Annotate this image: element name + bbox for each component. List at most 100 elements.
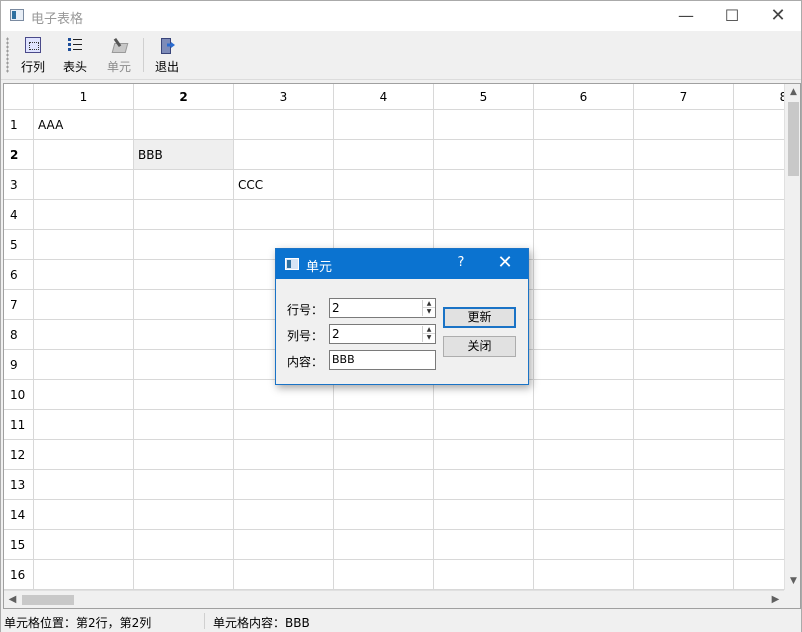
table-cell[interactable] bbox=[34, 410, 134, 440]
table-cell[interactable] bbox=[134, 560, 234, 590]
table-cell[interactable] bbox=[434, 200, 534, 230]
table-cell[interactable] bbox=[434, 140, 534, 170]
table-cell[interactable] bbox=[734, 530, 786, 560]
table-cell[interactable] bbox=[134, 230, 234, 260]
table-cell[interactable] bbox=[134, 350, 234, 380]
table-cell[interactable] bbox=[734, 230, 786, 260]
table-cell[interactable] bbox=[734, 260, 786, 290]
row-header[interactable]: 1 bbox=[4, 110, 34, 140]
table-cell[interactable] bbox=[334, 140, 434, 170]
table-cell[interactable] bbox=[334, 470, 434, 500]
table-cell[interactable] bbox=[534, 440, 634, 470]
row-header[interactable]: 6 bbox=[4, 260, 34, 290]
table-cell[interactable] bbox=[134, 170, 234, 200]
table-cell[interactable] bbox=[34, 290, 134, 320]
table-cell[interactable] bbox=[34, 530, 134, 560]
table-cell[interactable] bbox=[734, 410, 786, 440]
row-header[interactable]: 9 bbox=[4, 350, 34, 380]
table-cell[interactable] bbox=[534, 290, 634, 320]
row-header[interactable]: 15 bbox=[4, 530, 34, 560]
table-cell[interactable] bbox=[534, 350, 634, 380]
table-cell[interactable]: BBB bbox=[134, 140, 234, 170]
table-cell[interactable] bbox=[534, 200, 634, 230]
dialog-title-bar[interactable]: 单元 ? ✕ bbox=[276, 249, 528, 279]
dialog-close-button[interactable]: ✕ bbox=[490, 252, 520, 273]
table-cell[interactable] bbox=[334, 440, 434, 470]
table-cell[interactable] bbox=[34, 320, 134, 350]
row-number-spinbox[interactable]: 2 ▲ ▼ bbox=[329, 298, 436, 318]
minimize-button[interactable]: — bbox=[663, 1, 709, 31]
column-header[interactable]: 3 bbox=[234, 84, 334, 110]
table-cell[interactable] bbox=[634, 320, 734, 350]
table-cell[interactable] bbox=[534, 500, 634, 530]
table-cell[interactable] bbox=[634, 410, 734, 440]
table-cell[interactable] bbox=[34, 440, 134, 470]
column-header[interactable]: 4 bbox=[334, 84, 434, 110]
table-cell[interactable] bbox=[134, 290, 234, 320]
row-header[interactable]: 2 bbox=[4, 140, 34, 170]
table-cell[interactable] bbox=[634, 500, 734, 530]
table-cell[interactable] bbox=[34, 140, 134, 170]
table-cell[interactable] bbox=[634, 200, 734, 230]
table-cell[interactable] bbox=[434, 530, 534, 560]
row-header[interactable]: 13 bbox=[4, 470, 34, 500]
column-header[interactable]: 2 bbox=[134, 84, 234, 110]
table-cell[interactable] bbox=[734, 110, 786, 140]
table-cell[interactable] bbox=[734, 560, 786, 590]
table-cell[interactable] bbox=[134, 440, 234, 470]
table-cell[interactable] bbox=[134, 260, 234, 290]
table-cell[interactable] bbox=[434, 500, 534, 530]
table-cell[interactable]: AAA bbox=[34, 110, 134, 140]
table-cell[interactable] bbox=[734, 470, 786, 500]
table-cell[interactable] bbox=[234, 530, 334, 560]
horizontal-scrollbar[interactable]: ◀ ▶ bbox=[4, 590, 784, 608]
header-button[interactable]: 表头 bbox=[57, 34, 93, 76]
table-cell[interactable] bbox=[234, 560, 334, 590]
row-header[interactable]: 16 bbox=[4, 560, 34, 590]
table-cell[interactable] bbox=[534, 230, 634, 260]
table-cell[interactable] bbox=[334, 170, 434, 200]
scroll-right-arrow-icon[interactable]: ▶ bbox=[767, 591, 784, 608]
scroll-down-arrow-icon[interactable]: ▼ bbox=[785, 573, 800, 590]
exit-button[interactable]: 退出 bbox=[149, 34, 185, 76]
table-cell[interactable] bbox=[534, 560, 634, 590]
table-cell[interactable] bbox=[534, 470, 634, 500]
column-header[interactable]: 6 bbox=[534, 84, 634, 110]
rowcol-button[interactable]: 行列 bbox=[15, 34, 51, 76]
row-spin-up-icon[interactable]: ▲ bbox=[423, 300, 435, 308]
table-cell[interactable] bbox=[34, 560, 134, 590]
vertical-scrollbar[interactable]: ▲ ▼ bbox=[784, 84, 800, 590]
update-button[interactable]: 更新 bbox=[443, 307, 516, 328]
table-cell[interactable] bbox=[634, 530, 734, 560]
table-cell[interactable] bbox=[134, 200, 234, 230]
table-cell[interactable] bbox=[734, 500, 786, 530]
table-cell[interactable] bbox=[434, 440, 534, 470]
table-cell[interactable] bbox=[634, 140, 734, 170]
table-cell[interactable] bbox=[334, 530, 434, 560]
table-cell[interactable] bbox=[634, 110, 734, 140]
table-cell[interactable] bbox=[634, 470, 734, 500]
cell-button[interactable]: 单元 bbox=[101, 34, 137, 76]
table-cell[interactable] bbox=[534, 380, 634, 410]
table-cell[interactable] bbox=[734, 380, 786, 410]
row-header[interactable]: 5 bbox=[4, 230, 34, 260]
table-cell[interactable] bbox=[234, 200, 334, 230]
close-button[interactable]: 关闭 bbox=[443, 336, 516, 357]
table-cell[interactable] bbox=[634, 170, 734, 200]
scroll-left-arrow-icon[interactable]: ◀ bbox=[4, 591, 21, 608]
row-header[interactable]: 4 bbox=[4, 200, 34, 230]
table-cell[interactable] bbox=[234, 410, 334, 440]
table-cell[interactable] bbox=[434, 410, 534, 440]
table-cell[interactable] bbox=[334, 410, 434, 440]
vertical-scroll-thumb[interactable] bbox=[788, 102, 799, 176]
row-header[interactable]: 3 bbox=[4, 170, 34, 200]
table-cell[interactable] bbox=[434, 470, 534, 500]
table-cell[interactable] bbox=[234, 140, 334, 170]
table-cell[interactable] bbox=[734, 170, 786, 200]
table-cell[interactable] bbox=[234, 470, 334, 500]
table-cell[interactable] bbox=[634, 290, 734, 320]
help-button[interactable]: ? bbox=[446, 255, 476, 270]
title-bar[interactable]: 电子表格 — ☐ ✕ bbox=[1, 1, 801, 31]
table-cell[interactable] bbox=[534, 410, 634, 440]
column-header[interactable]: 1 bbox=[34, 84, 134, 110]
